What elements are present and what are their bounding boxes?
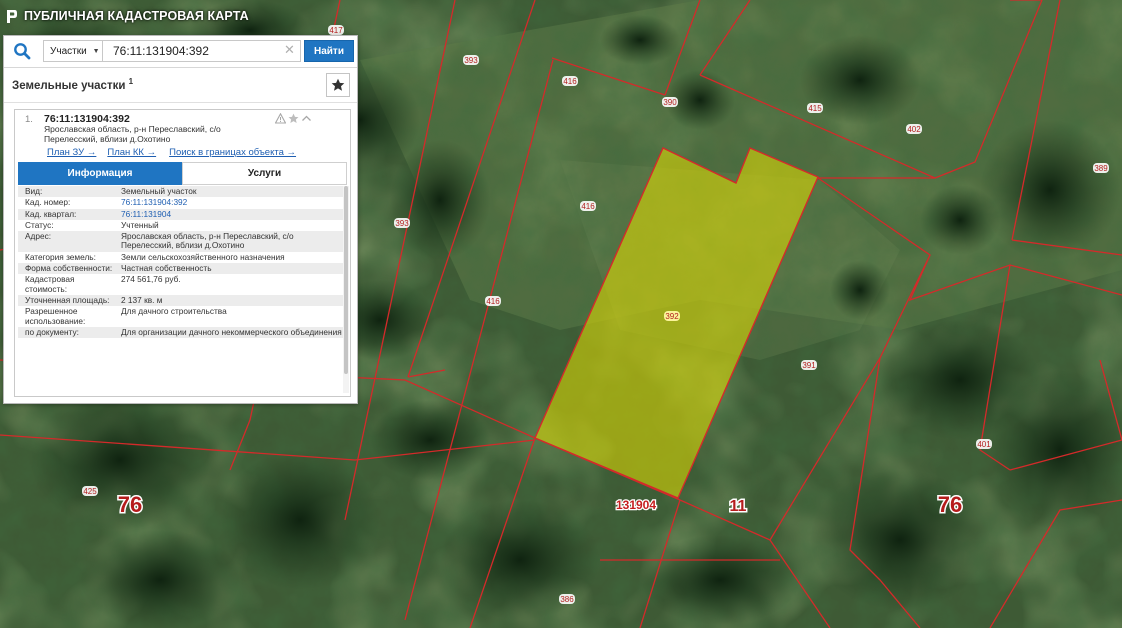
- svg-text:393: 393: [464, 56, 478, 65]
- svg-text:392: 392: [665, 312, 679, 321]
- svg-text:416: 416: [563, 77, 577, 86]
- quarter-label-131904: 131904: [616, 498, 656, 512]
- info-row-address: Адрес: Ярославская область, р-н Переславс…: [18, 231, 343, 252]
- result-links: План ЗУ → План КК → Поиск в границах объ…: [47, 147, 296, 158]
- parcel-label-392: 392: [664, 311, 680, 321]
- svg-text:425: 425: [83, 487, 97, 496]
- chevron-up-icon[interactable]: [301, 113, 312, 124]
- svg-text:390: 390: [663, 98, 677, 107]
- parcel-label-416-top: 416: [562, 76, 578, 86]
- result-tabs: Информация Услуги: [18, 162, 347, 185]
- parcel-label-401: 401: [976, 439, 992, 449]
- search-panel: Участки ▼ ✕ Найти Земельные участки 1 1.…: [3, 35, 358, 404]
- tab-information[interactable]: Информация: [18, 162, 182, 185]
- object-type-value: Участки: [50, 45, 87, 57]
- info-row-cadastral-value: Кадастровая стоимость: 274 561,76 руб.: [25, 274, 181, 294]
- results-title: Земельные участки 1: [12, 77, 134, 92]
- info-row-type: Вид: Земельный участок: [18, 186, 343, 198]
- clear-icon[interactable]: ✕: [284, 43, 295, 57]
- svg-text:389: 389: [1094, 164, 1108, 173]
- info-row-by-document: по документу: Для организации дачного нек…: [18, 326, 343, 339]
- parcel-label-386: 386: [559, 594, 575, 604]
- parcel-label-416-low: 416: [485, 296, 501, 306]
- results-count: 1: [128, 77, 134, 86]
- favorite-button[interactable]: [326, 73, 350, 97]
- app-title: ПУБЛИЧНАЯ КАДАСТРОВАЯ КАРТА: [6, 7, 249, 25]
- parcel-label-425: 425: [82, 486, 98, 496]
- info-scrollbar-thumb[interactable]: [344, 186, 348, 374]
- region-label-76-left: 76: [118, 492, 142, 517]
- parcel-label-393-mid: 393: [394, 218, 410, 228]
- warning-icon[interactable]: [275, 113, 286, 124]
- parcel-label-390: 390: [662, 97, 678, 107]
- search-bar: Участки ▼ ✕ Найти: [4, 36, 357, 68]
- info-table: Вид: Земельный участок Кад. номер: 76:11:1…: [18, 186, 343, 339]
- info-row-cad-number: Кад. номер: 76:11:131904:392: [25, 197, 188, 208]
- info-row-land-category: Категория земель: Земли сельскохозяйствен…: [25, 251, 285, 262]
- star-icon: [331, 78, 345, 91]
- result-number: 1.: [25, 114, 33, 125]
- svg-text:391: 391: [802, 361, 816, 370]
- parcel-label-415: 415: [807, 103, 823, 113]
- svg-text:417: 417: [329, 26, 343, 35]
- star-outline-icon[interactable]: [288, 113, 299, 124]
- parcel-label-391: 391: [801, 360, 817, 370]
- result-address: Ярославская область, р-н Переславский, с…: [44, 124, 221, 144]
- parcel-label-417: 417: [328, 25, 344, 35]
- search-in-bounds-link[interactable]: Поиск в границах объекта →: [169, 147, 296, 158]
- parcel-label-416-mid: 416: [580, 201, 596, 211]
- info-row-ownership: Форма собственности: Частная собственност…: [18, 263, 343, 275]
- svg-text:401: 401: [977, 440, 991, 449]
- svg-text:386: 386: [560, 595, 574, 604]
- find-button[interactable]: Найти: [304, 40, 354, 62]
- tab-services[interactable]: Услуги: [182, 162, 347, 185]
- parcel-label-402: 402: [906, 124, 922, 134]
- svg-text:402: 402: [907, 125, 921, 134]
- rosreestr-logo-icon: [7, 9, 17, 23]
- svg-text:416: 416: [486, 297, 500, 306]
- svg-text:415: 415: [808, 104, 822, 113]
- result-actions: [275, 113, 312, 124]
- results-header: Земельные участки 1: [4, 68, 357, 103]
- result-card: 1. 76:11:131904:392 Ярославская область,…: [14, 109, 351, 397]
- parcel-label-393-top: 393: [463, 55, 479, 65]
- plan-kk-link[interactable]: План КК →: [107, 147, 156, 158]
- chevron-down-icon: ▼: [92, 47, 100, 55]
- svg-text:393: 393: [395, 219, 409, 228]
- object-type-select[interactable]: Участки ▼: [43, 40, 103, 62]
- info-scrollbar[interactable]: [343, 186, 349, 393]
- info-row-cad-quarter: Кад. квартал: 76:11:131904: [18, 208, 343, 220]
- app-title-text: ПУБЛИЧНАЯ КАДАСТРОВАЯ КАРТА: [24, 9, 249, 23]
- search-input[interactable]: [103, 40, 301, 62]
- plan-zu-link[interactable]: План ЗУ →: [47, 147, 96, 158]
- parcel-label-389: 389: [1093, 163, 1109, 173]
- district-label-11: 11: [730, 498, 747, 515]
- region-label-76-right: 76: [938, 492, 962, 517]
- info-row-status: Статус: Учтенный: [25, 219, 159, 230]
- info-row-permitted-use: Разрешенное использование: Для дачного ст…: [25, 306, 227, 326]
- info-row-area: Уточненная площадь: 2 137 кв. м: [18, 294, 343, 307]
- search-icon[interactable]: [13, 42, 31, 60]
- svg-text:416: 416: [581, 202, 595, 211]
